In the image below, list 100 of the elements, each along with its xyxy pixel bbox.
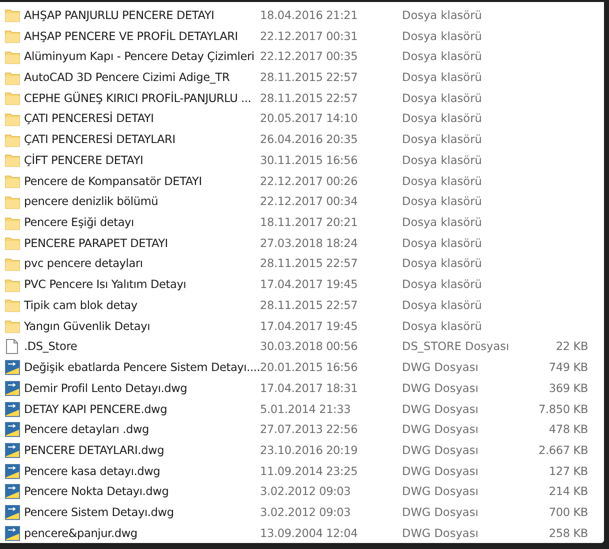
file-type: DWG Dosyası [402, 402, 480, 416]
file-row[interactable]: ÇATI PENCERESİ DETAYLARI 26.04.2016 20:35 Dosya klasörü [0, 129, 604, 150]
modified-date: 13.09.2004 12:04 [260, 526, 359, 540]
modified-date: 28.11.2015 22:57 [260, 257, 359, 270]
file-size: 369 KB [548, 382, 588, 395]
folder-icon [4, 91, 20, 106]
file-name: ÇATI PENCERESİ DETAYI [24, 112, 155, 126]
folder-icon [4, 236, 20, 250]
modified-date: 3.02.2012 09:03 [260, 485, 352, 498]
file-name: Demir Profil Lento Detayı.dwg [24, 382, 188, 395]
drawing-file-icon [4, 484, 20, 500]
file-name: Değişik ebatlarda Pencere Sistem Detayı.... [24, 361, 260, 374]
file-type: Dosya klasörü [402, 8, 483, 22]
file-type: DWG Dosyası [402, 464, 480, 478]
file-row[interactable]: Pencere kasa detayı.dwg 11.09.2014 23:25 DWG Dosyası 127 KB [0, 460, 604, 482]
file-row[interactable]: Değişik ebatlarda Pencere Sistem Detayı....20.01.2015 16:56 DWG Dosyası 749 KB [0, 357, 604, 378]
file-type: Dosya klasörü [402, 236, 483, 250]
file-type: DWG Dosyası [402, 444, 480, 457]
modified-date: 28.11.2015 22:57 [260, 298, 359, 312]
file-type: DWG Dosyası [402, 526, 480, 540]
modified-date: 23.10.2016 20:19 [260, 444, 359, 457]
file-row[interactable]: CEPHE GÜNEŞ KIRICI PROFİL-PANJURLU ... 28.11.2015 22:57 Dosya klasörü [0, 88, 604, 109]
file-type: DWG Dosyası [402, 382, 480, 395]
file-name: pencere&panjur.dwg [24, 526, 138, 540]
file-type: DS_STORE Dosyası [402, 340, 510, 354]
file-size: 258 KB [548, 526, 588, 540]
file-row[interactable]: PENCERE PARAPET DETAYI 27.03.2018 18:24 Dosya klasörü [0, 232, 604, 254]
file-row[interactable]: pencere denizlik bölümü 22.12.2017 00:34 Dosya klasörü [0, 191, 604, 212]
file-type: Dosya klasörü [402, 298, 483, 312]
file-type: Dosya klasörü [402, 133, 483, 146]
file-type: Dosya klasörü [402, 50, 483, 64]
file-row[interactable]: Pencere Eşiği detayı 18.11.2017 20:21 Dosya klasörü [0, 212, 604, 233]
file-type: Dosya klasörü [402, 174, 483, 188]
file-type: Dosya klasörü [402, 257, 483, 270]
file-row[interactable]: Pencere detayları .dwg 27.07.2013 22:56 DWG Dosyası 478 KB [0, 419, 604, 440]
folder-icon [4, 8, 20, 22]
file-size: 749 KB [548, 361, 588, 374]
file-size: 214 KB [548, 485, 588, 498]
file-type: Dosya klasörü [402, 71, 483, 84]
file-size: 2.667 KB [538, 444, 588, 457]
drawing-file-icon [4, 464, 20, 479]
file-row[interactable]: Alüminyum Kapı - Pencere Detay Çizimleri 22.12.2017 00:35 Dosya klasörü [0, 46, 604, 68]
file-row[interactable]: AutoCAD 3D Pencere Cizimi Adige_TR 28.11.2015 22:57 Dosya klasörü [0, 67, 604, 88]
modified-date: 27.03.2018 18:24 [260, 236, 359, 250]
file-row[interactable]: PVC Pencere Isı Yalıtım Detayı 17.04.2017 19:45 Dosya klasörü [0, 274, 604, 296]
file-type: Dosya klasörü [402, 30, 483, 43]
folder-icon [4, 50, 20, 64]
file-row[interactable]: AHŞAP PANJURLU PENCERE DETAYI 18.04.2016 21:21 Dosya klasörü [0, 5, 604, 26]
file-row[interactable]: pencere&panjur.dwg 13.09.2004 12:04 DWG Dosyası 258 KB [0, 522, 604, 543]
file-size: 478 KB [548, 423, 588, 436]
file-name: AHŞAP PANJURLU PENCERE DETAYI [24, 8, 216, 22]
modified-date: 17.04.2017 19:45 [260, 320, 359, 333]
file-type: Dosya klasörü [402, 216, 483, 230]
file-name: pencere denizlik bölümü [24, 195, 160, 208]
file-row[interactable]: .DS_Store 30.03.2018 00:56 DS_STORE Dosyası 22 KB [0, 336, 604, 358]
file-row[interactable]: Pencere de Kompansatör DETAYI 22.12.2017 00:26 Dosya klasörü [0, 170, 604, 192]
modified-date: 22.12.2017 00:26 [260, 174, 359, 188]
file-size: 22 KB [554, 340, 588, 354]
drawing-file-icon [4, 360, 20, 376]
folder-icon [4, 153, 20, 168]
file-row[interactable]: Pencere Nokta Detayı.dwg 3.02.2012 09:03 DWG Dosyası 214 KB [0, 482, 604, 502]
drawing-file-icon [4, 380, 20, 396]
modified-date: 3.02.2012 09:03 [260, 506, 352, 520]
file-type: Dosya klasörü [402, 278, 483, 292]
file-type: Dosya klasörü [402, 92, 483, 105]
file-name: Alüminyum Kapı - Pencere Detay Çizimleri [24, 50, 256, 64]
modified-date: 22.12.2017 00:35 [260, 50, 359, 64]
modified-date: 20.05.2017 14:10 [260, 112, 359, 126]
file-name: CEPHE GÜNEŞ KIRICI PROFİL-PANJURLU ... [24, 92, 252, 105]
modified-date: 17.04.2017 18:31 [260, 382, 359, 395]
file-name: ÇATI PENCERESİ DETAYLARI [24, 133, 176, 146]
file-row[interactable]: Tipik cam blok detay 28.11.2015 22:57 Dosya klasörü [0, 295, 604, 316]
file-type: Dosya klasörü [402, 154, 483, 167]
file-name: pvc pencere detayları [24, 257, 144, 270]
file-row[interactable]: DETAY KAPI PENCERE.dwg 5.01.2014 21:33 DWG Dosyası 7.850 KB [0, 398, 604, 420]
folder-icon [4, 278, 20, 292]
file-row[interactable]: Yangın Güvenlik Detayı 17.04.2017 19:45 Dosya klasörü [0, 316, 604, 336]
drawing-file-icon [4, 442, 20, 458]
modified-date: 28.11.2015 22:57 [260, 92, 359, 105]
folder-icon [4, 298, 20, 312]
file-row[interactable]: PENCERE DETAYLARI.dwg 23.10.2016 20:19 DWG Dosyası 2.667 KB [0, 440, 604, 461]
file-row[interactable]: AHŞAP PENCERE VE PROFİL DETAYLARI 22.12.2017 00:31 Dosya klasörü [0, 26, 604, 46]
file-name: ÇİFT PENCERE DETAYI [24, 154, 144, 167]
file-row[interactable]: Pencere Sistem Detayı.dwg 3.02.2012 09:03 DWG Dosyası 700 KB [0, 502, 604, 523]
file-row[interactable]: ÇİFT PENCERE DETAYI 30.11.2015 16:56 Dosya klasörü [0, 150, 604, 171]
modified-date: 5.01.2014 21:33 [260, 402, 352, 416]
file-name: Pencere de Kompansatör DETAYI [24, 174, 203, 188]
modified-date: 26.04.2016 20:35 [260, 133, 359, 146]
file-row[interactable]: pvc pencere detayları 28.11.2015 22:57 Dosya klasörü [0, 254, 604, 274]
modified-date: 17.04.2017 19:45 [260, 278, 359, 292]
file-type: Dosya klasörü [402, 320, 483, 333]
folder-icon [4, 112, 20, 126]
file-name: Pencere Nokta Detayı.dwg [24, 485, 170, 498]
folder-icon [4, 216, 20, 230]
file-name: AutoCAD 3D Pencere Cizimi Adige_TR [24, 71, 231, 84]
folder-icon [4, 70, 20, 85]
file-row[interactable]: ÇATI PENCERESİ DETAYI 20.05.2017 14:10 Dosya klasörü [0, 108, 604, 130]
modified-date: 11.09.2014 23:25 [260, 464, 359, 478]
file-size: 7.850 KB [538, 402, 588, 416]
file-row[interactable]: Demir Profil Lento Detayı.dwg 17.04.2017 18:31 DWG Dosyası 369 KB [0, 378, 604, 399]
